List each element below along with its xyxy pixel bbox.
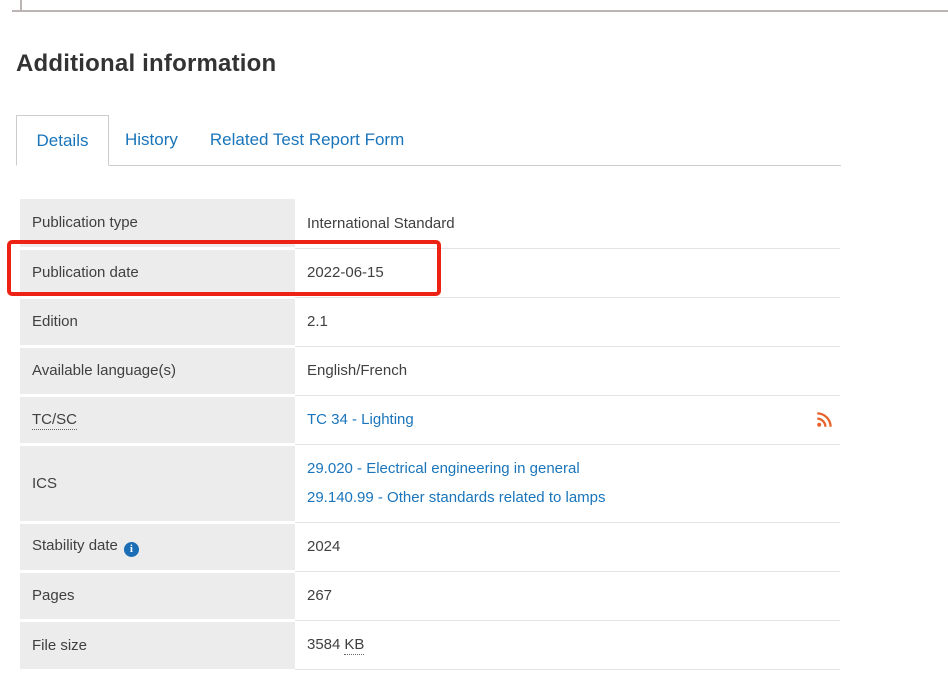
table-row-edition: Edition 2.1	[20, 297, 840, 346]
table-row-publication-type: Publication type International Standard	[20, 199, 840, 248]
table-row-pages: Pages 267	[20, 571, 840, 620]
tab-related-test-report-form-label: Related Test Report Form	[210, 130, 404, 150]
table-row-stability-date: Stability date i 2024	[20, 522, 840, 571]
details-table: Publication type International Standard …	[20, 199, 840, 670]
row-label: Available language(s)	[20, 346, 295, 395]
page-title: Additional information	[16, 50, 276, 78]
table-row-ics: ICS 29.020 - Electrical engineering in g…	[20, 444, 840, 522]
row-label: Publication date	[20, 248, 295, 297]
table-row-file-size: File size 3584KB	[20, 620, 840, 669]
top-divider-tick	[20, 0, 22, 12]
row-label: Pages	[20, 571, 295, 620]
info-icon[interactable]: i	[124, 542, 139, 557]
top-divider-line	[12, 10, 948, 12]
tab-history-label: History	[125, 130, 178, 150]
row-label: File size	[20, 620, 295, 669]
tab-history[interactable]: History	[109, 115, 194, 165]
tab-details-label: Details	[37, 131, 89, 151]
row-value: 2.1	[295, 297, 840, 346]
file-size-number: 3584	[307, 636, 340, 653]
tab-related-test-report-form[interactable]: Related Test Report Form	[194, 115, 420, 165]
rss-icon[interactable]	[816, 412, 832, 428]
tab-bar: Details History Related Test Report Form	[16, 115, 841, 166]
tc-sc-abbr: TC/SC	[32, 411, 77, 430]
ics-link-1[interactable]: 29.020 - Electrical engineering in gener…	[307, 454, 828, 483]
row-label: Stability date	[32, 537, 118, 554]
table-row-tc-sc: TC/SC TC 34 - Lighting	[20, 395, 840, 444]
tc-sc-link[interactable]: TC 34 - Lighting	[307, 411, 414, 428]
row-value: English/French	[295, 346, 840, 395]
kb-abbr: KB	[344, 636, 364, 655]
row-value: 267	[295, 571, 840, 620]
row-label: Publication type	[20, 199, 295, 248]
ics-link-2[interactable]: 29.140.99 - Other standards related to l…	[307, 483, 828, 512]
row-value: International Standard	[295, 199, 840, 248]
row-label: Edition	[20, 297, 295, 346]
table-row-publication-date: Publication date 2022-06-15	[20, 248, 840, 297]
table-row-available-languages: Available language(s) English/French	[20, 346, 840, 395]
row-label: ICS	[20, 444, 295, 522]
row-value: 2024	[295, 522, 840, 571]
row-value: 2022-06-15	[295, 248, 840, 297]
tab-details[interactable]: Details	[16, 115, 109, 166]
